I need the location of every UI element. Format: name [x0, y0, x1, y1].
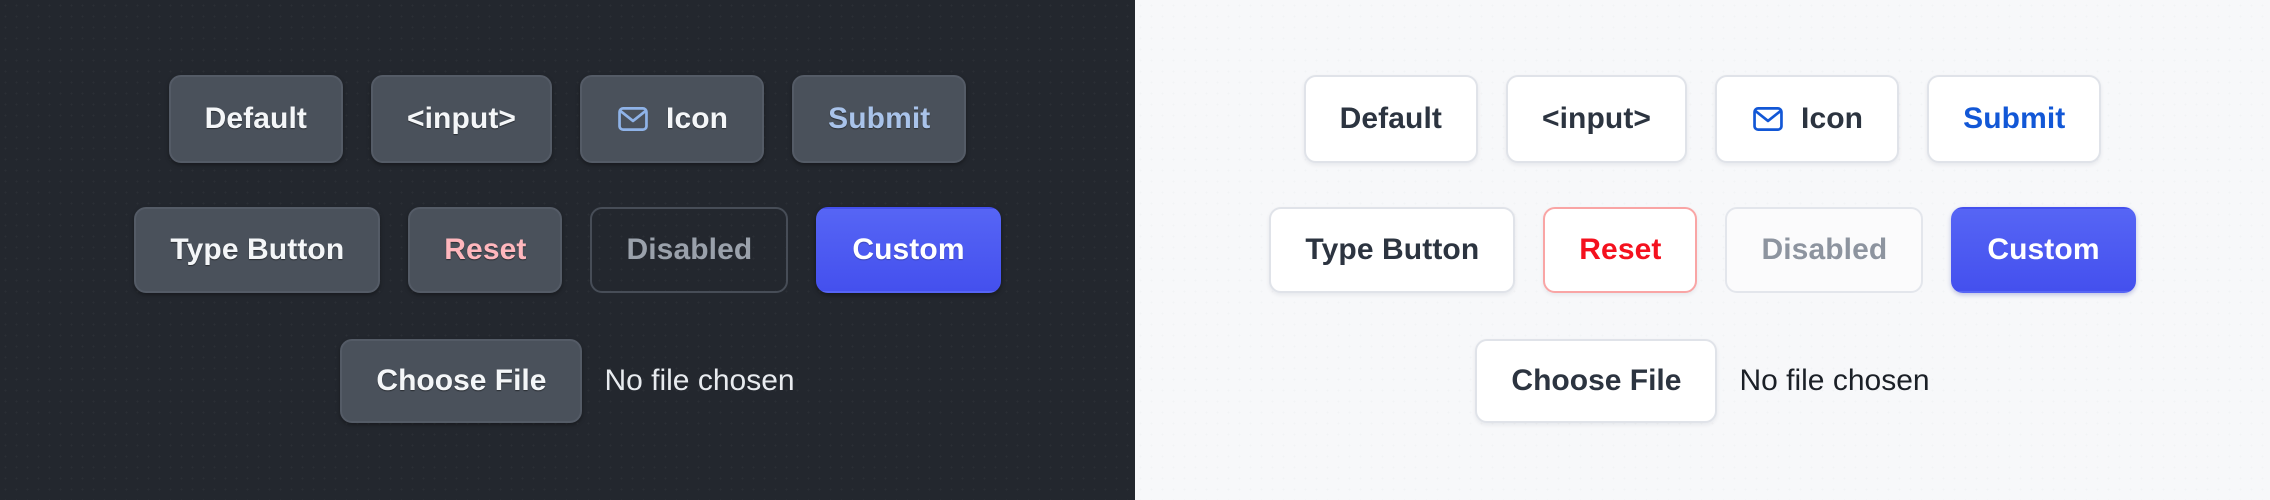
type-button-light[interactable]: Type Button: [1269, 207, 1516, 293]
icon-button-dark[interactable]: Icon: [580, 75, 765, 163]
choose-file-button-light[interactable]: Choose File: [1475, 339, 1718, 423]
mail-icon: [616, 102, 650, 136]
dark-file-input-row: Choose File No file chosen: [0, 339, 1135, 423]
icon-button-label-dark: Icon: [666, 102, 729, 135]
light-button-row-2: Type Button Reset Disabled Custom: [1135, 207, 2270, 293]
custom-button-dark[interactable]: Custom: [816, 207, 1001, 293]
file-input-light[interactable]: Choose File No file chosen: [1475, 339, 1930, 423]
dark-theme-panel: Default <input> Icon Submit Type Button …: [0, 0, 1135, 500]
submit-button-light[interactable]: Submit: [1927, 75, 2102, 163]
default-button-dark[interactable]: Default: [168, 75, 343, 163]
custom-button-light[interactable]: Custom: [1951, 207, 2136, 293]
input-button-light[interactable]: <input>: [1505, 75, 1688, 163]
dark-button-row-1: Default <input> Icon Submit: [0, 75, 1135, 163]
file-input-dark[interactable]: Choose File No file chosen: [340, 339, 795, 423]
mail-icon: [1751, 102, 1785, 136]
disabled-button-light: Disabled: [1725, 207, 1924, 293]
disabled-button-dark: Disabled: [590, 207, 789, 293]
default-button-light[interactable]: Default: [1303, 75, 1478, 163]
submit-button-dark[interactable]: Submit: [792, 75, 967, 163]
light-theme-panel: Default <input> Icon Submit Type Button …: [1135, 0, 2270, 500]
file-status-text-dark: No file chosen: [604, 364, 795, 397]
reset-button-dark[interactable]: Reset: [408, 207, 563, 293]
choose-file-button-dark[interactable]: Choose File: [340, 339, 583, 423]
light-file-input-row: Choose File No file chosen: [1135, 339, 2270, 423]
icon-button-label-light: Icon: [1801, 102, 1864, 135]
type-button-dark[interactable]: Type Button: [134, 207, 381, 293]
file-status-text-light: No file chosen: [1739, 364, 1930, 397]
input-button-dark[interactable]: <input>: [370, 75, 553, 163]
light-button-row-1: Default <input> Icon Submit: [1135, 75, 2270, 163]
dark-button-row-2: Type Button Reset Disabled Custom: [0, 207, 1135, 293]
icon-button-light[interactable]: Icon: [1715, 75, 1900, 163]
reset-button-light[interactable]: Reset: [1543, 207, 1698, 293]
